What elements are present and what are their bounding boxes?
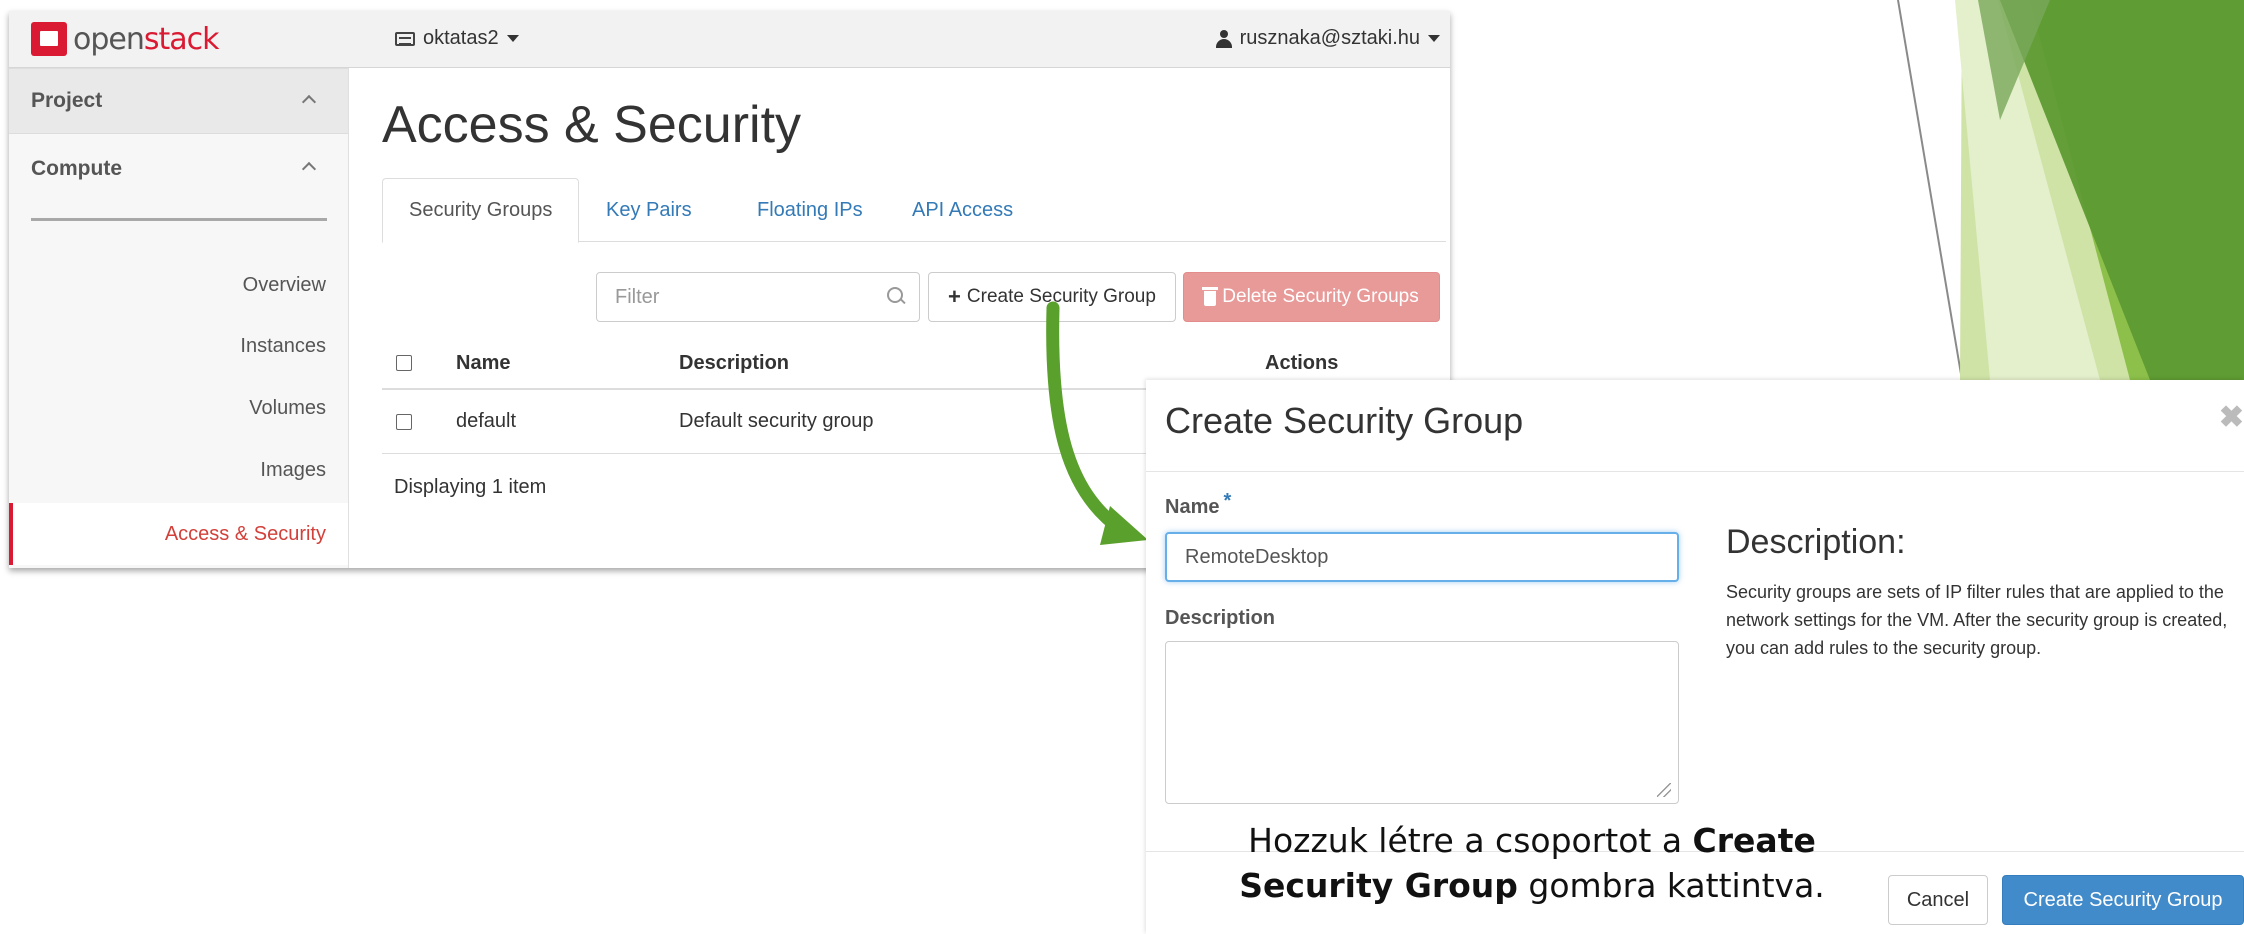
- trash-icon: [1202, 287, 1219, 306]
- user-icon: [1215, 29, 1232, 48]
- row-name: default: [456, 410, 517, 432]
- tab-key-pairs[interactable]: Key Pairs: [580, 178, 718, 242]
- chevron-up-icon: [301, 161, 317, 177]
- topbar: openstack oktatas2 rusznaka@sztaki.hu: [9, 11, 1450, 68]
- description-field[interactable]: [1165, 641, 1679, 804]
- logo-text: openstack: [73, 21, 220, 57]
- project-name: oktatas2: [423, 27, 499, 49]
- table-footer-count: Displaying 1 item: [394, 476, 547, 498]
- name-label: Name *: [1165, 490, 1231, 519]
- row-checkbox[interactable]: [396, 413, 412, 430]
- row-select-cell: [396, 390, 412, 453]
- submit-create-security-group-button[interactable]: Create Security Group: [2002, 875, 2244, 925]
- sidebar-item-label: Access & Security: [164, 522, 326, 545]
- logo-text-stack: stack: [143, 21, 220, 57]
- delete-security-groups-button[interactable]: Delete Security Groups: [1183, 272, 1440, 322]
- column-header-description[interactable]: Description: [679, 338, 789, 388]
- button-label: Create Security Group: [966, 286, 1156, 307]
- search-icon[interactable]: [887, 287, 905, 305]
- sidebar-item-overview[interactable]: Overview: [243, 274, 326, 297]
- modal-title: Create Security Group: [1165, 400, 1524, 441]
- sidebar-section-label: Project: [31, 89, 103, 112]
- row-description: Default security group: [679, 410, 874, 432]
- name-field[interactable]: [1165, 532, 1679, 582]
- sidebar-item-access-security[interactable]: Access & Security: [9, 503, 348, 565]
- deco-line: [1897, 0, 1963, 381]
- close-icon[interactable]: ✖: [2219, 400, 2244, 435]
- caption-text: gombra kattintva.: [1517, 866, 1825, 905]
- sidebar-section-project[interactable]: Project: [9, 68, 348, 134]
- plus-icon: +: [948, 284, 961, 309]
- column-header-name[interactable]: Name: [456, 338, 510, 388]
- filter-placeholder: Filter: [615, 285, 660, 308]
- openstack-logo-icon: [31, 22, 67, 56]
- tab-floating-ips[interactable]: Floating IPs: [731, 178, 889, 242]
- sidebar-item-images[interactable]: Images: [260, 459, 326, 482]
- page-title: Access & Security: [382, 96, 802, 154]
- sidebar-item-volumes[interactable]: Volumes: [249, 397, 326, 420]
- chevron-up-icon: [301, 94, 317, 110]
- caption-bold-text: Security Group: [1239, 866, 1518, 905]
- tab-api-access[interactable]: API Access: [886, 178, 1039, 242]
- filter-input[interactable]: Filter: [596, 272, 920, 322]
- name-label-text: Name: [1165, 496, 1220, 518]
- project-picker[interactable]: oktatas2: [395, 27, 519, 50]
- section-underline: [31, 218, 327, 221]
- caret-down-icon: [1428, 35, 1440, 42]
- logo-text-open: open: [73, 21, 145, 57]
- sidebar-item-instances[interactable]: Instances: [240, 335, 326, 358]
- caret-down-icon: [506, 35, 519, 42]
- sidebar-section-label: Compute: [31, 157, 122, 180]
- sidebar: Project Compute Overview Instances Volum…: [9, 68, 349, 568]
- help-text: Security groups are sets of IP filter ru…: [1726, 582, 2228, 658]
- caption-text: Hozzuk létre a csoportot a: [1248, 821, 1693, 860]
- select-all-checkbox[interactable]: [396, 355, 412, 371]
- user-menu[interactable]: rusznaka@sztaki.hu: [1215, 27, 1440, 50]
- help-title: Description:: [1726, 523, 1906, 561]
- caption-bold-text: Create: [1692, 821, 1816, 860]
- create-security-group-button[interactable]: + Create Security Group: [928, 272, 1176, 322]
- project-icon: [395, 31, 415, 46]
- select-all-cell: [396, 338, 412, 388]
- required-marker: *: [1223, 490, 1232, 512]
- tab-bar: Security Groups Key Pairs Floating IPs A…: [382, 178, 1446, 243]
- button-label: Delete Security Groups: [1222, 286, 1419, 307]
- slide-caption: Hozzuk létre a csoportot a Create Securi…: [1212, 818, 1852, 908]
- tab-security-groups[interactable]: Security Groups: [382, 178, 580, 243]
- resize-grip-icon[interactable]: [1657, 783, 1671, 797]
- sidebar-section-compute[interactable]: Compute: [9, 136, 348, 202]
- modal-header-divider: [1146, 471, 2244, 472]
- cancel-button[interactable]: Cancel: [1888, 875, 1988, 925]
- openstack-logo[interactable]: openstack: [31, 21, 220, 57]
- user-name: rusznaka@sztaki.hu: [1239, 27, 1420, 49]
- description-label: Description: [1165, 607, 1276, 629]
